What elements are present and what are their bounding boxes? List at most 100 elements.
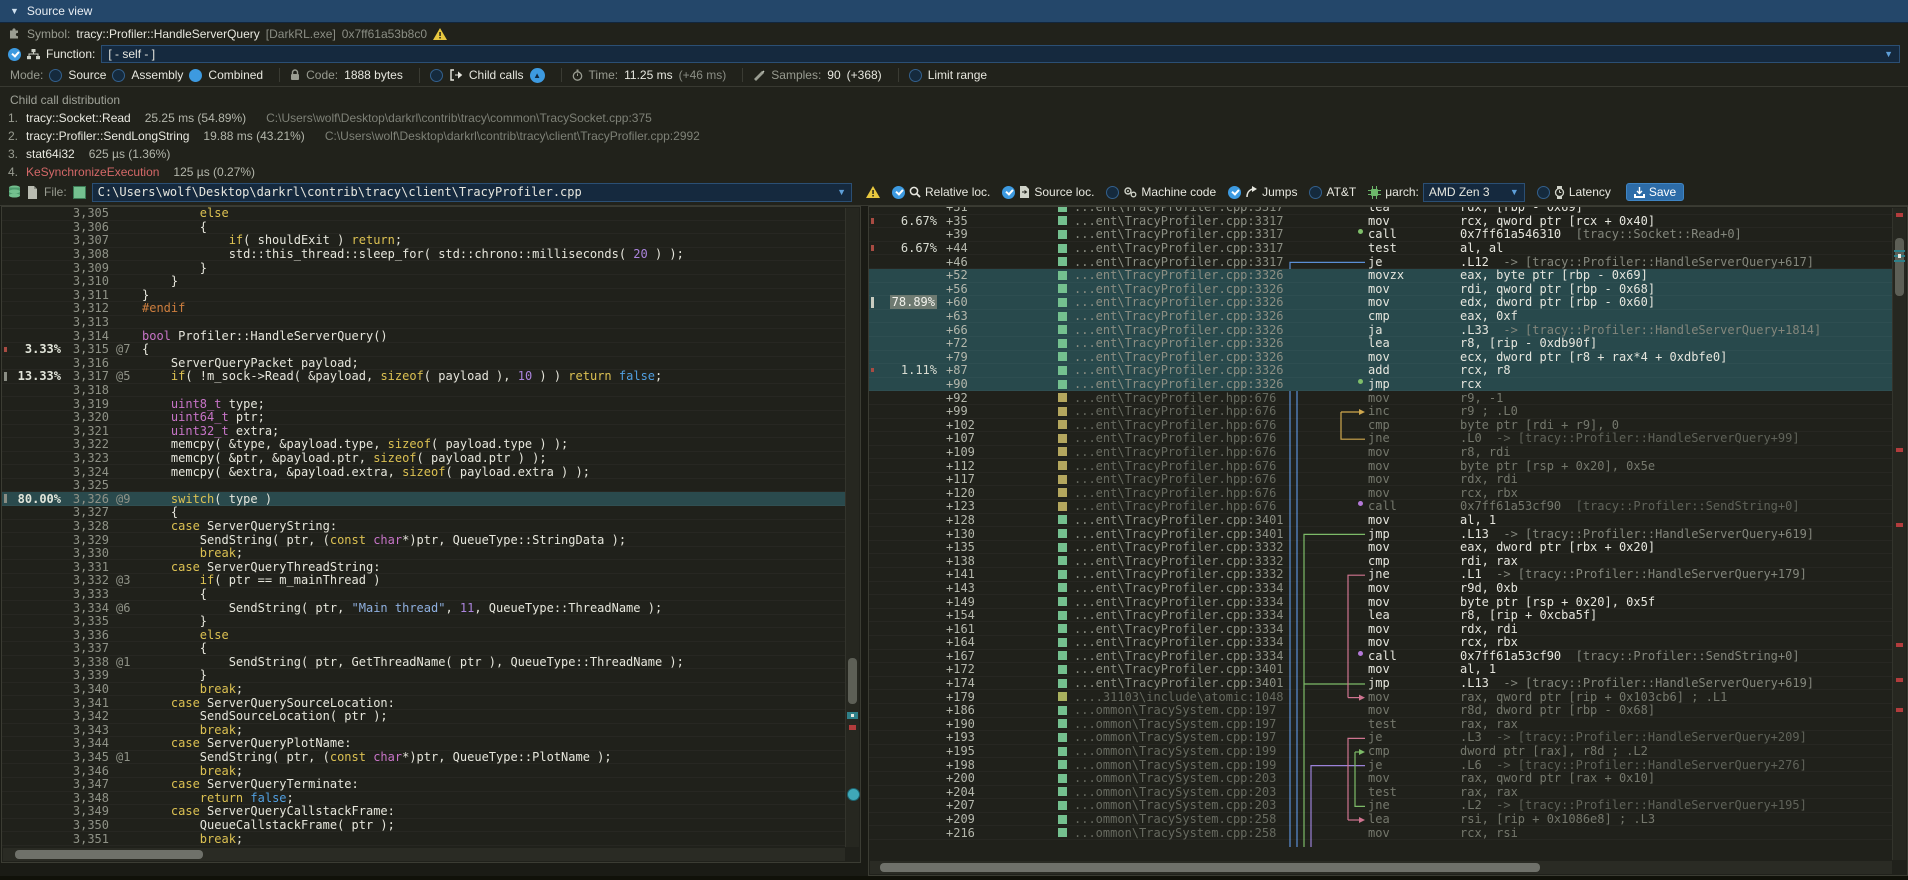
source-hscroll-handle[interactable] [15, 850, 203, 859]
child-calls-checkbox[interactable] [430, 69, 443, 82]
source-line[interactable]: 3,330 break; [2, 547, 845, 561]
source-line[interactable]: 3,322 memcpy( &type, &payload.type, size… [2, 438, 845, 452]
assembly-line[interactable]: +138 ...ent\TracyProfiler.cpp:3332 cmp r… [869, 554, 1892, 568]
source-pane[interactable]: 3,305 else 3,306 { 3,307 if( shouldExit … [1, 206, 861, 863]
source-line[interactable]: 3,331 case ServerQueryThreadString: [2, 560, 845, 574]
asm-mnemonic[interactable]: mov [1368, 622, 1426, 636]
assembly-line[interactable]: +117 ...ent\TracyProfiler.hpp:676 mov rd… [869, 473, 1892, 487]
asm-source-location[interactable]: ...ent\TracyProfiler.hpp:676 [1074, 418, 1286, 432]
asm-mnemonic[interactable]: mov [1368, 662, 1426, 676]
asm-source-location[interactable]: ...ent\TracyProfiler.cpp:3401 [1074, 676, 1286, 690]
source-vertical-scrollbar[interactable] [845, 208, 859, 847]
assembly-line[interactable]: 78.89% +60 ...ent\TracyProfiler.cpp:3326… [869, 296, 1892, 310]
assembly-line[interactable]: +209 ...ommon\TracySystem.cpp:258 lea rs… [869, 813, 1892, 827]
assembly-line[interactable]: +186 ...ommon\TracySystem.cpp:197 mov r8… [869, 704, 1892, 718]
assembly-line[interactable]: +112 ...ent\TracyProfiler.hpp:676 mov by… [869, 459, 1892, 473]
asm-mnemonic[interactable]: mov [1368, 540, 1426, 554]
asm-source-location[interactable]: ...ent\TracyProfiler.cpp:3326 [1074, 377, 1286, 391]
asm-mnemonic[interactable]: mov [1368, 513, 1426, 527]
assembly-vertical-scrollbar[interactable] [1892, 208, 1906, 860]
asm-source-location[interactable]: ...ent\TracyProfiler.cpp:3317 [1074, 255, 1286, 269]
assembly-line[interactable]: +66 ...ent\TracyProfiler.cpp:3326 ja .L3… [869, 323, 1892, 337]
asm-source-location[interactable]: ....31103\include\atomic:1048 [1074, 690, 1286, 704]
asm-mnemonic[interactable]: call [1368, 649, 1426, 663]
assembly-line[interactable]: +190 ...ommon\TracySystem.cpp:197 test r… [869, 718, 1892, 732]
child-call-name[interactable]: tracy::Socket::Read [26, 111, 131, 125]
assembly-line[interactable]: +92 ...ent\TracyProfiler.hpp:676 mov r9,… [869, 391, 1892, 405]
asm-mnemonic[interactable]: mov [1368, 214, 1426, 228]
asm-mnemonic[interactable]: mov [1368, 472, 1426, 486]
asm-source-location[interactable]: ...ent\TracyProfiler.cpp:3317 [1074, 241, 1286, 255]
source-line[interactable]: 3,341 case ServerQuerySourceLocation: [2, 696, 845, 710]
asm-source-location[interactable]: ...ent\TracyProfiler.cpp:3334 [1074, 608, 1286, 622]
asm-source-location[interactable]: ...ent\TracyProfiler.cpp:3401 [1074, 662, 1286, 676]
source-line[interactable]: 3,335 } [2, 615, 845, 629]
toggle-source-loc[interactable]: Source loc. [1002, 185, 1094, 199]
assembly-line[interactable]: +102 ...ent\TracyProfiler.hpp:676 cmp by… [869, 419, 1892, 433]
source-line[interactable]: 3,318 [2, 384, 845, 398]
source-line[interactable]: 3,319 uint8_t type; [2, 397, 845, 411]
radio-assembly-label[interactable]: Assembly [131, 68, 183, 82]
asm-source-location[interactable]: ...ent\TracyProfiler.cpp:3317 [1074, 227, 1286, 241]
machine-code-checkbox[interactable] [1106, 186, 1119, 199]
radio-combined[interactable] [189, 69, 202, 82]
asm-mnemonic[interactable]: lea [1368, 336, 1426, 350]
source-line[interactable]: 3,332 @3 if( ptr == m_mainThread ) [2, 574, 845, 588]
assembly-line[interactable]: +46 ...ent\TracyProfiler.cpp:3317 je .L1… [869, 255, 1892, 269]
assembly-line[interactable]: +149 ...ent\TracyProfiler.cpp:3334 mov b… [869, 595, 1892, 609]
asm-mnemonic[interactable]: mov [1368, 282, 1426, 296]
assembly-line[interactable]: +164 ...ent\TracyProfiler.cpp:3334 mov r… [869, 636, 1892, 650]
assembly-scrollbar-handle[interactable] [1895, 238, 1904, 296]
assembly-line[interactable]: +154 ...ent\TracyProfiler.cpp:3334 lea r… [869, 609, 1892, 623]
asm-source-location[interactable]: ...ent\TracyProfiler.cpp:3326 [1074, 309, 1286, 323]
assembly-line[interactable]: +200 ...ommon\TracySystem.cpp:203 mov ra… [869, 772, 1892, 786]
source-line[interactable]: 3,346 break; [2, 764, 845, 778]
asm-source-location[interactable]: ...ommon\TracySystem.cpp:197 [1074, 703, 1286, 717]
assembly-line[interactable]: +130 ...ent\TracyProfiler.cpp:3401 jmp .… [869, 527, 1892, 541]
asm-source-location[interactable]: ...ent\TracyProfiler.hpp:676 [1074, 391, 1286, 405]
assembly-line[interactable]: +207 ...ommon\TracySystem.cpp:203 jne .L… [869, 799, 1892, 813]
assembly-line[interactable]: +52 ...ent\TracyProfiler.cpp:3326 movzx … [869, 269, 1892, 283]
assembly-horizontal-scrollbar[interactable] [870, 861, 1892, 874]
radio-source-label[interactable]: Source [68, 68, 106, 82]
child-call-row[interactable]: 1. tracy::Socket::Read 25.25 ms (54.89%)… [8, 111, 1900, 129]
source-line[interactable]: 3,311 } [2, 289, 845, 303]
assembly-line[interactable]: +143 ...ent\TracyProfiler.cpp:3334 mov r… [869, 582, 1892, 596]
asm-source-location[interactable]: ...ommon\TracySystem.cpp:203 [1074, 785, 1286, 799]
window-titlebar[interactable]: ▼ Source view [0, 0, 1908, 23]
source-line[interactable]: 3,350 QueueCallstackFrame( ptr ); [2, 819, 845, 833]
asm-source-location[interactable]: ...ent\TracyProfiler.cpp:3326 [1074, 268, 1286, 282]
source-line[interactable]: 80.00% 3,326 @9 switch( type ) [2, 492, 845, 506]
asm-source-location[interactable]: ...ent\TracyProfiler.hpp:676 [1074, 404, 1286, 418]
source-line[interactable]: 3,321 uint32_t extra; [2, 425, 845, 439]
source-line[interactable]: 3,307 if( shouldExit ) return; [2, 234, 845, 248]
toggle-jumps[interactable]: Jumps [1228, 185, 1297, 199]
assembly-line[interactable]: +135 ...ent\TracyProfiler.cpp:3332 mov e… [869, 541, 1892, 555]
asm-mnemonic[interactable]: lea [1368, 812, 1426, 826]
asm-mnemonic[interactable]: jne [1368, 431, 1426, 445]
asm-source-location[interactable]: ...ent\TracyProfiler.cpp:3326 [1074, 350, 1286, 364]
asm-source-location[interactable]: ...ent\TracyProfiler.cpp:3326 [1074, 336, 1286, 350]
assembly-line[interactable]: +195 ...ommon\TracySystem.cpp:199 cmp dw… [869, 745, 1892, 759]
asm-source-location[interactable]: ...ent\TracyProfiler.cpp:3401 [1074, 513, 1286, 527]
asm-mnemonic[interactable]: add [1368, 363, 1426, 377]
asm-source-location[interactable]: ...ent\TracyProfiler.cpp:3332 [1074, 540, 1286, 554]
source-line[interactable]: 3,336 else [2, 628, 845, 642]
assembly-line[interactable]: +72 ...ent\TracyProfiler.cpp:3326 lea r8… [869, 337, 1892, 351]
source-line[interactable]: 3,320 uint64_t ptr; [2, 411, 845, 425]
assembly-line[interactable]: +99 ...ent\TracyProfiler.hpp:676 inc r9 … [869, 405, 1892, 419]
asm-source-location[interactable]: ...ent\TracyProfiler.cpp:3334 [1074, 622, 1286, 636]
asm-mnemonic[interactable]: jmp [1368, 676, 1426, 690]
child-calls-label[interactable]: Child calls [469, 68, 524, 82]
asm-mnemonic[interactable]: je [1368, 255, 1426, 269]
asm-source-location[interactable]: ...ommon\TracySystem.cpp:258 [1074, 826, 1286, 840]
source-line[interactable]: 3,342 SendSourceLocation( ptr ); [2, 710, 845, 724]
asm-source-location[interactable]: ...ent\TracyProfiler.hpp:676 [1074, 445, 1286, 459]
asm-mnemonic[interactable]: call [1368, 499, 1426, 513]
asm-mnemonic[interactable]: mov [1368, 703, 1426, 717]
radio-assembly[interactable] [112, 69, 125, 82]
assembly-line[interactable]: +174 ...ent\TracyProfiler.cpp:3401 jmp .… [869, 677, 1892, 691]
source-line[interactable]: 13.33% 3,317 @5 if( !m_sock->Read( &payl… [2, 370, 845, 384]
assembly-line[interactable]: +172 ...ent\TracyProfiler.cpp:3401 mov a… [869, 663, 1892, 677]
radio-source[interactable] [49, 69, 62, 82]
